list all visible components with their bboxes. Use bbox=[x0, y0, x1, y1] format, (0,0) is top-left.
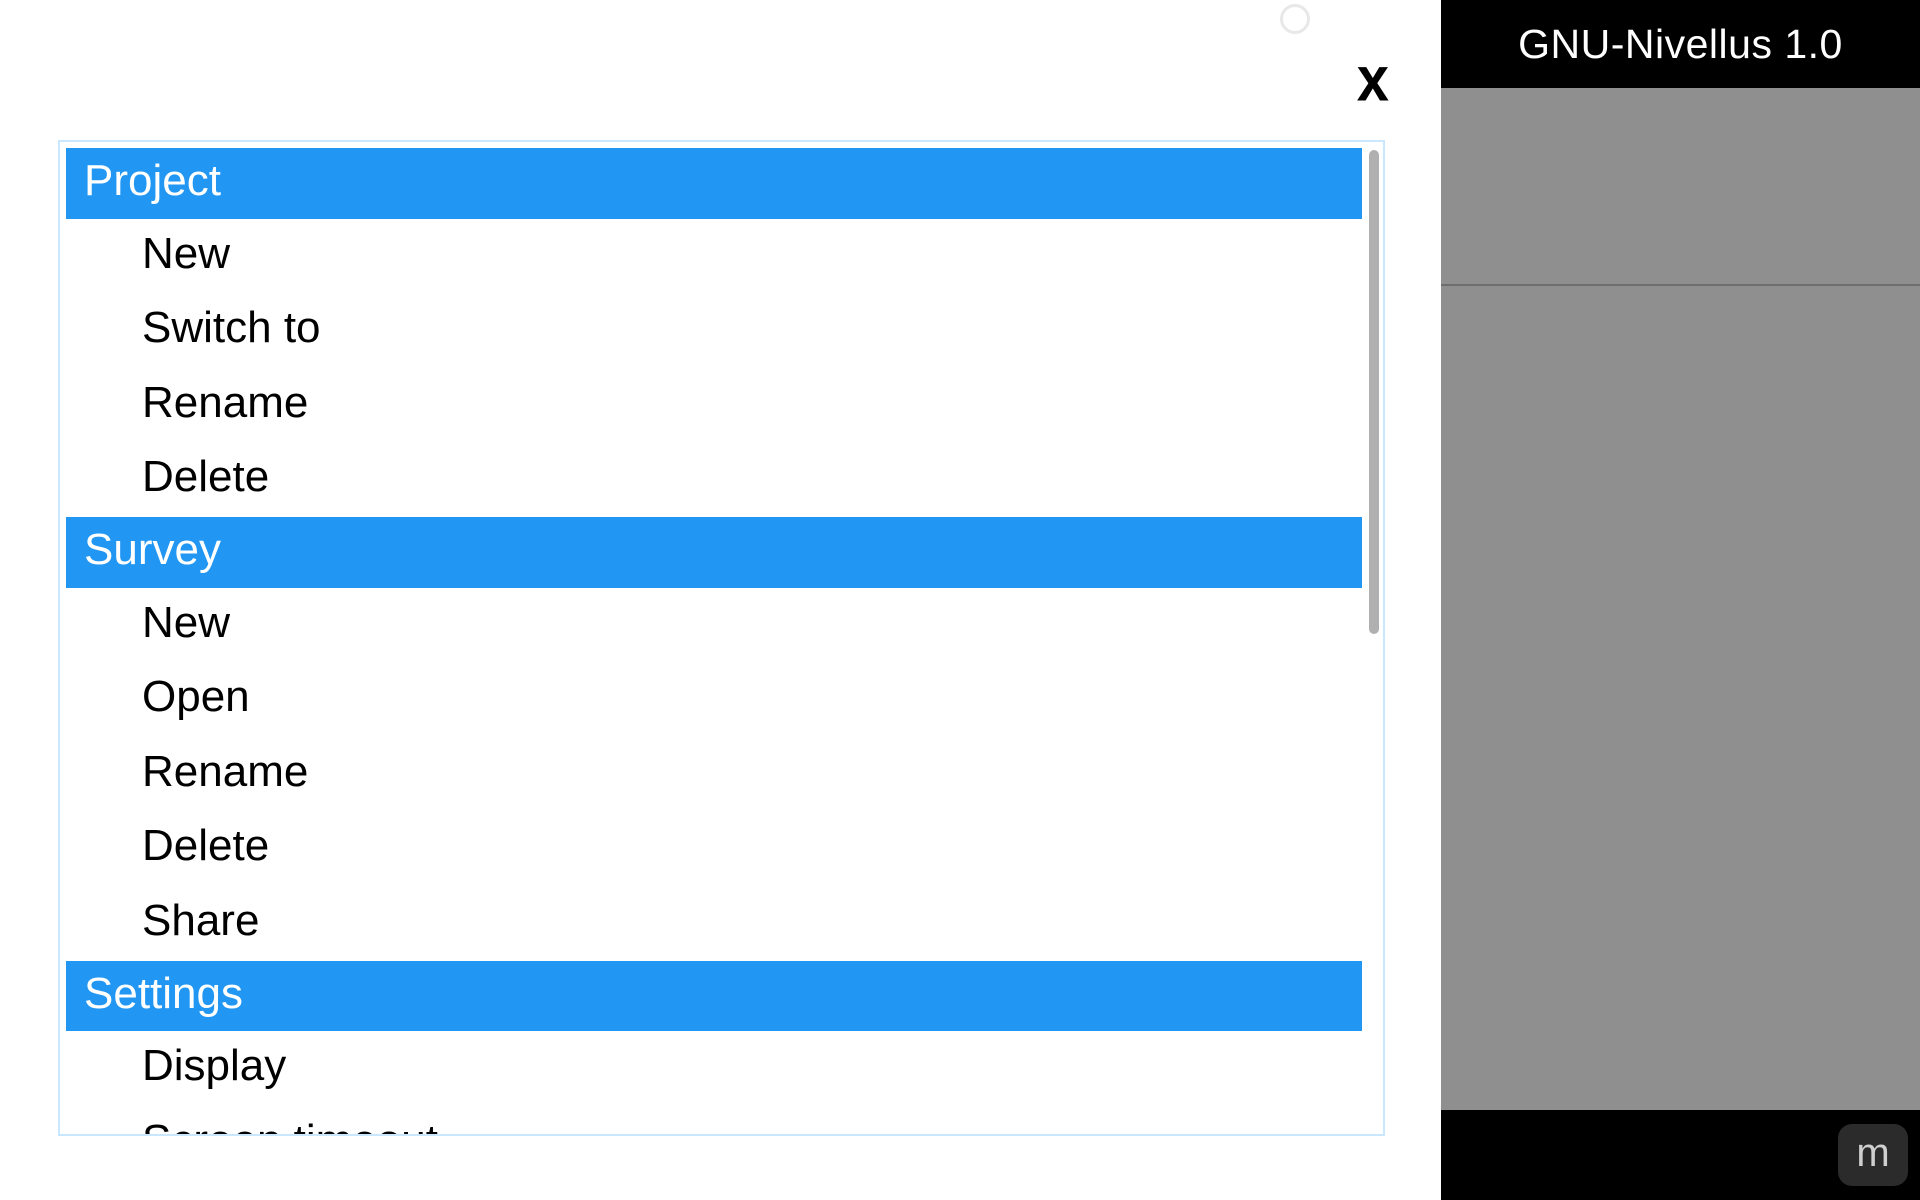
menu-badge[interactable]: m bbox=[1838, 1124, 1908, 1186]
menu-item-survey-open[interactable]: Open bbox=[66, 662, 1362, 737]
app-panel-mid bbox=[1441, 286, 1920, 1110]
menu-item-project-switch-to[interactable]: Switch to bbox=[66, 293, 1362, 368]
menu-item-label: Delete bbox=[142, 452, 269, 501]
menu-modal: x Project New Switch to Rename Delete bbox=[0, 0, 1441, 1200]
menu-item-project-new[interactable]: New bbox=[66, 219, 1362, 294]
menu-item-label: Rename bbox=[142, 747, 308, 796]
section-header-label: Survey bbox=[84, 525, 221, 574]
menu-item-survey-new[interactable]: New bbox=[66, 588, 1362, 663]
section-header-label: Settings bbox=[84, 969, 243, 1018]
menu-item-label: New bbox=[142, 229, 230, 278]
menu-item-label: Rename bbox=[142, 378, 308, 427]
section-header-settings: Settings bbox=[66, 961, 1362, 1032]
app-panel-top bbox=[1441, 88, 1920, 286]
menu-item-label: Share bbox=[142, 896, 259, 945]
menu-item-label: Screen timeout bbox=[142, 1116, 438, 1134]
app-titlebar: GNU-Nivellus 1.0 bbox=[1441, 0, 1920, 88]
menu-item-label: New bbox=[142, 598, 230, 647]
menu-item-survey-delete[interactable]: Delete bbox=[66, 811, 1362, 886]
close-button[interactable]: x bbox=[1357, 43, 1387, 115]
app-body bbox=[1441, 88, 1920, 1110]
menu-item-survey-share[interactable]: Share bbox=[66, 886, 1362, 961]
scrollbar[interactable] bbox=[1369, 150, 1379, 634]
spinner-icon bbox=[1280, 4, 1310, 34]
menu-scroll[interactable]: Project New Switch to Rename Delete Surv… bbox=[60, 142, 1383, 1134]
menu-item-settings-screen-timeout[interactable]: Screen timeout bbox=[66, 1106, 1362, 1134]
section-header-project: Project bbox=[66, 148, 1362, 219]
menu-item-project-delete[interactable]: Delete bbox=[66, 442, 1362, 517]
menu-badge-label: m bbox=[1856, 1133, 1889, 1173]
menu-item-label: Switch to bbox=[142, 303, 321, 352]
section-header-survey: Survey bbox=[66, 517, 1362, 588]
menu-item-label: Delete bbox=[142, 821, 269, 870]
section-header-label: Project bbox=[84, 156, 221, 205]
menu-panel: Project New Switch to Rename Delete Surv… bbox=[58, 140, 1385, 1136]
menu-item-project-rename[interactable]: Rename bbox=[66, 368, 1362, 443]
menu-item-survey-rename[interactable]: Rename bbox=[66, 737, 1362, 812]
menu-item-label: Open bbox=[142, 672, 250, 721]
app-background: GNU-Nivellus 1.0 m bbox=[1441, 0, 1920, 1200]
menu-item-settings-display[interactable]: Display bbox=[66, 1031, 1362, 1106]
menu-item-label: Display bbox=[142, 1041, 286, 1090]
app-bottombar: m bbox=[1441, 1110, 1920, 1200]
close-icon: x bbox=[1357, 44, 1387, 114]
app-title: GNU-Nivellus 1.0 bbox=[1518, 21, 1843, 68]
